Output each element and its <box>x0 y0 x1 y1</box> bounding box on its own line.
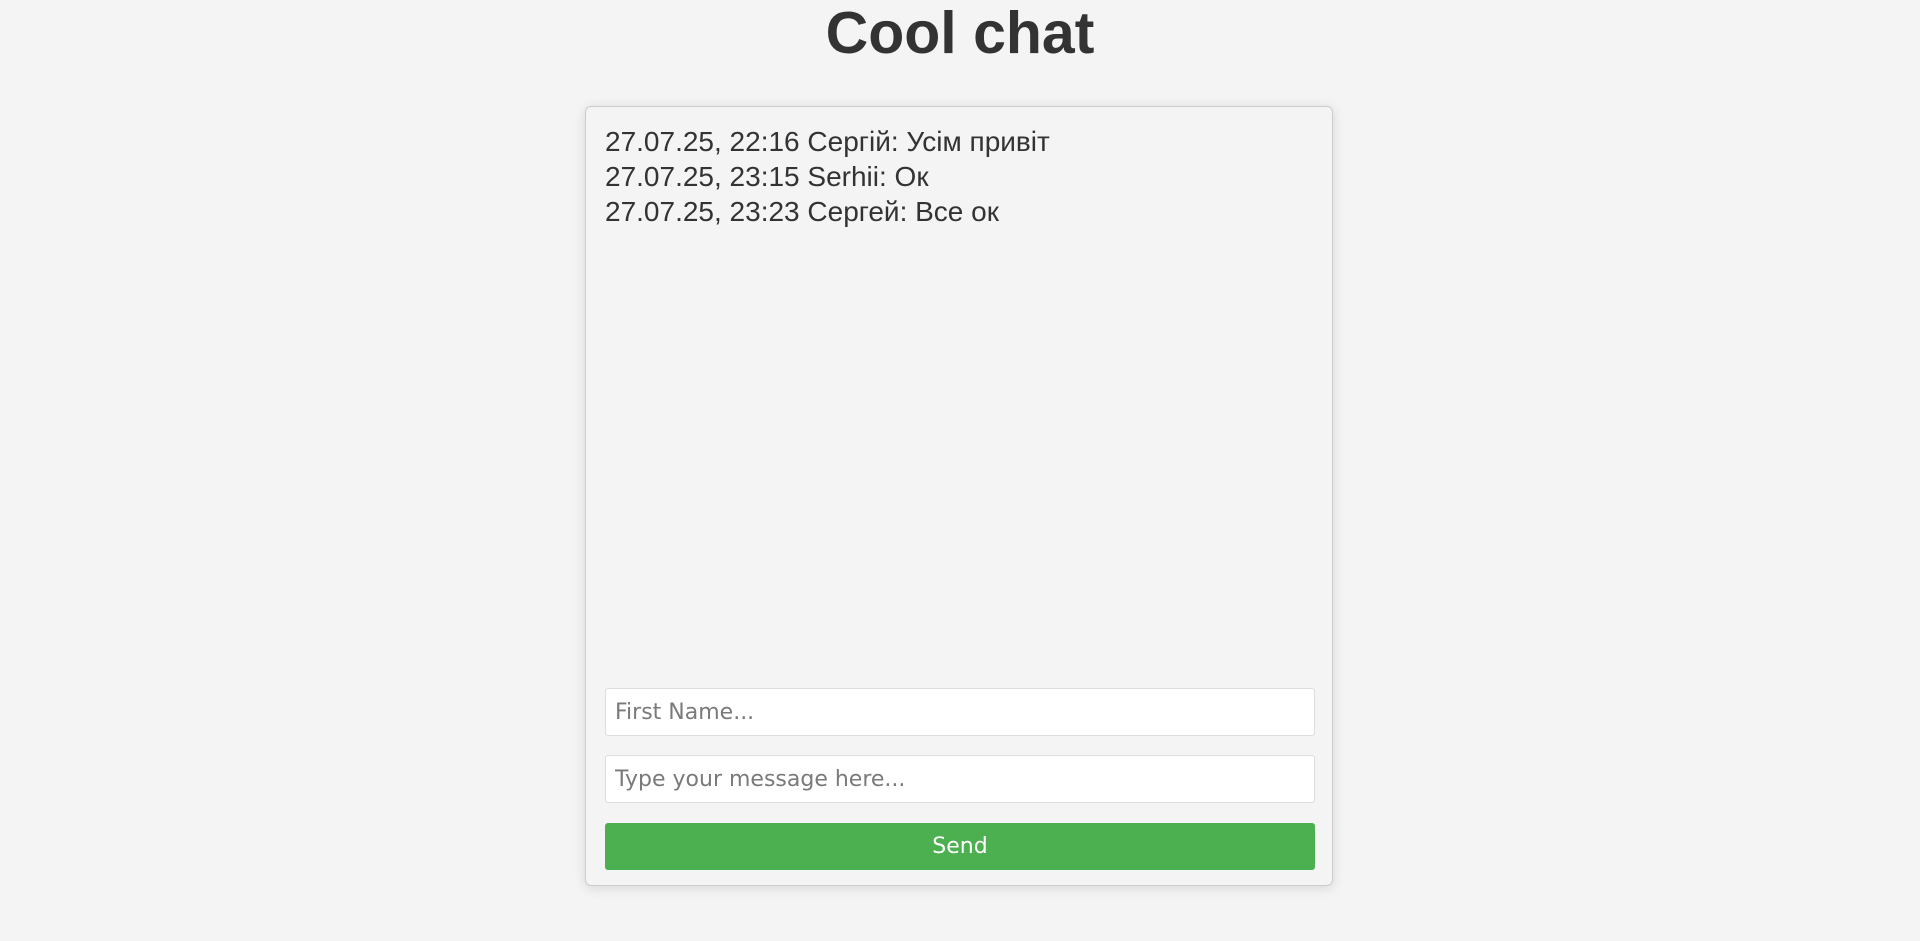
message-item: 27.07.25, 22:16 Сергій: Усім привіт <box>605 126 1050 157</box>
message-item: 27.07.25, 23:15 Serhii: Ок <box>605 161 929 192</box>
first-name-input[interactable] <box>605 688 1315 736</box>
message-input[interactable] <box>605 755 1315 803</box>
message-item: 27.07.25, 23:23 Сергей: Все ок <box>605 196 999 227</box>
page-title: Cool chat <box>825 0 1095 66</box>
message-list[interactable]: 27.07.25, 22:16 Сергій: Усім привіт 27.0… <box>605 124 1313 764</box>
chat-container: 27.07.25, 22:16 Сергій: Усім привіт 27.0… <box>585 106 1333 886</box>
send-button[interactable]: Send <box>605 823 1315 870</box>
